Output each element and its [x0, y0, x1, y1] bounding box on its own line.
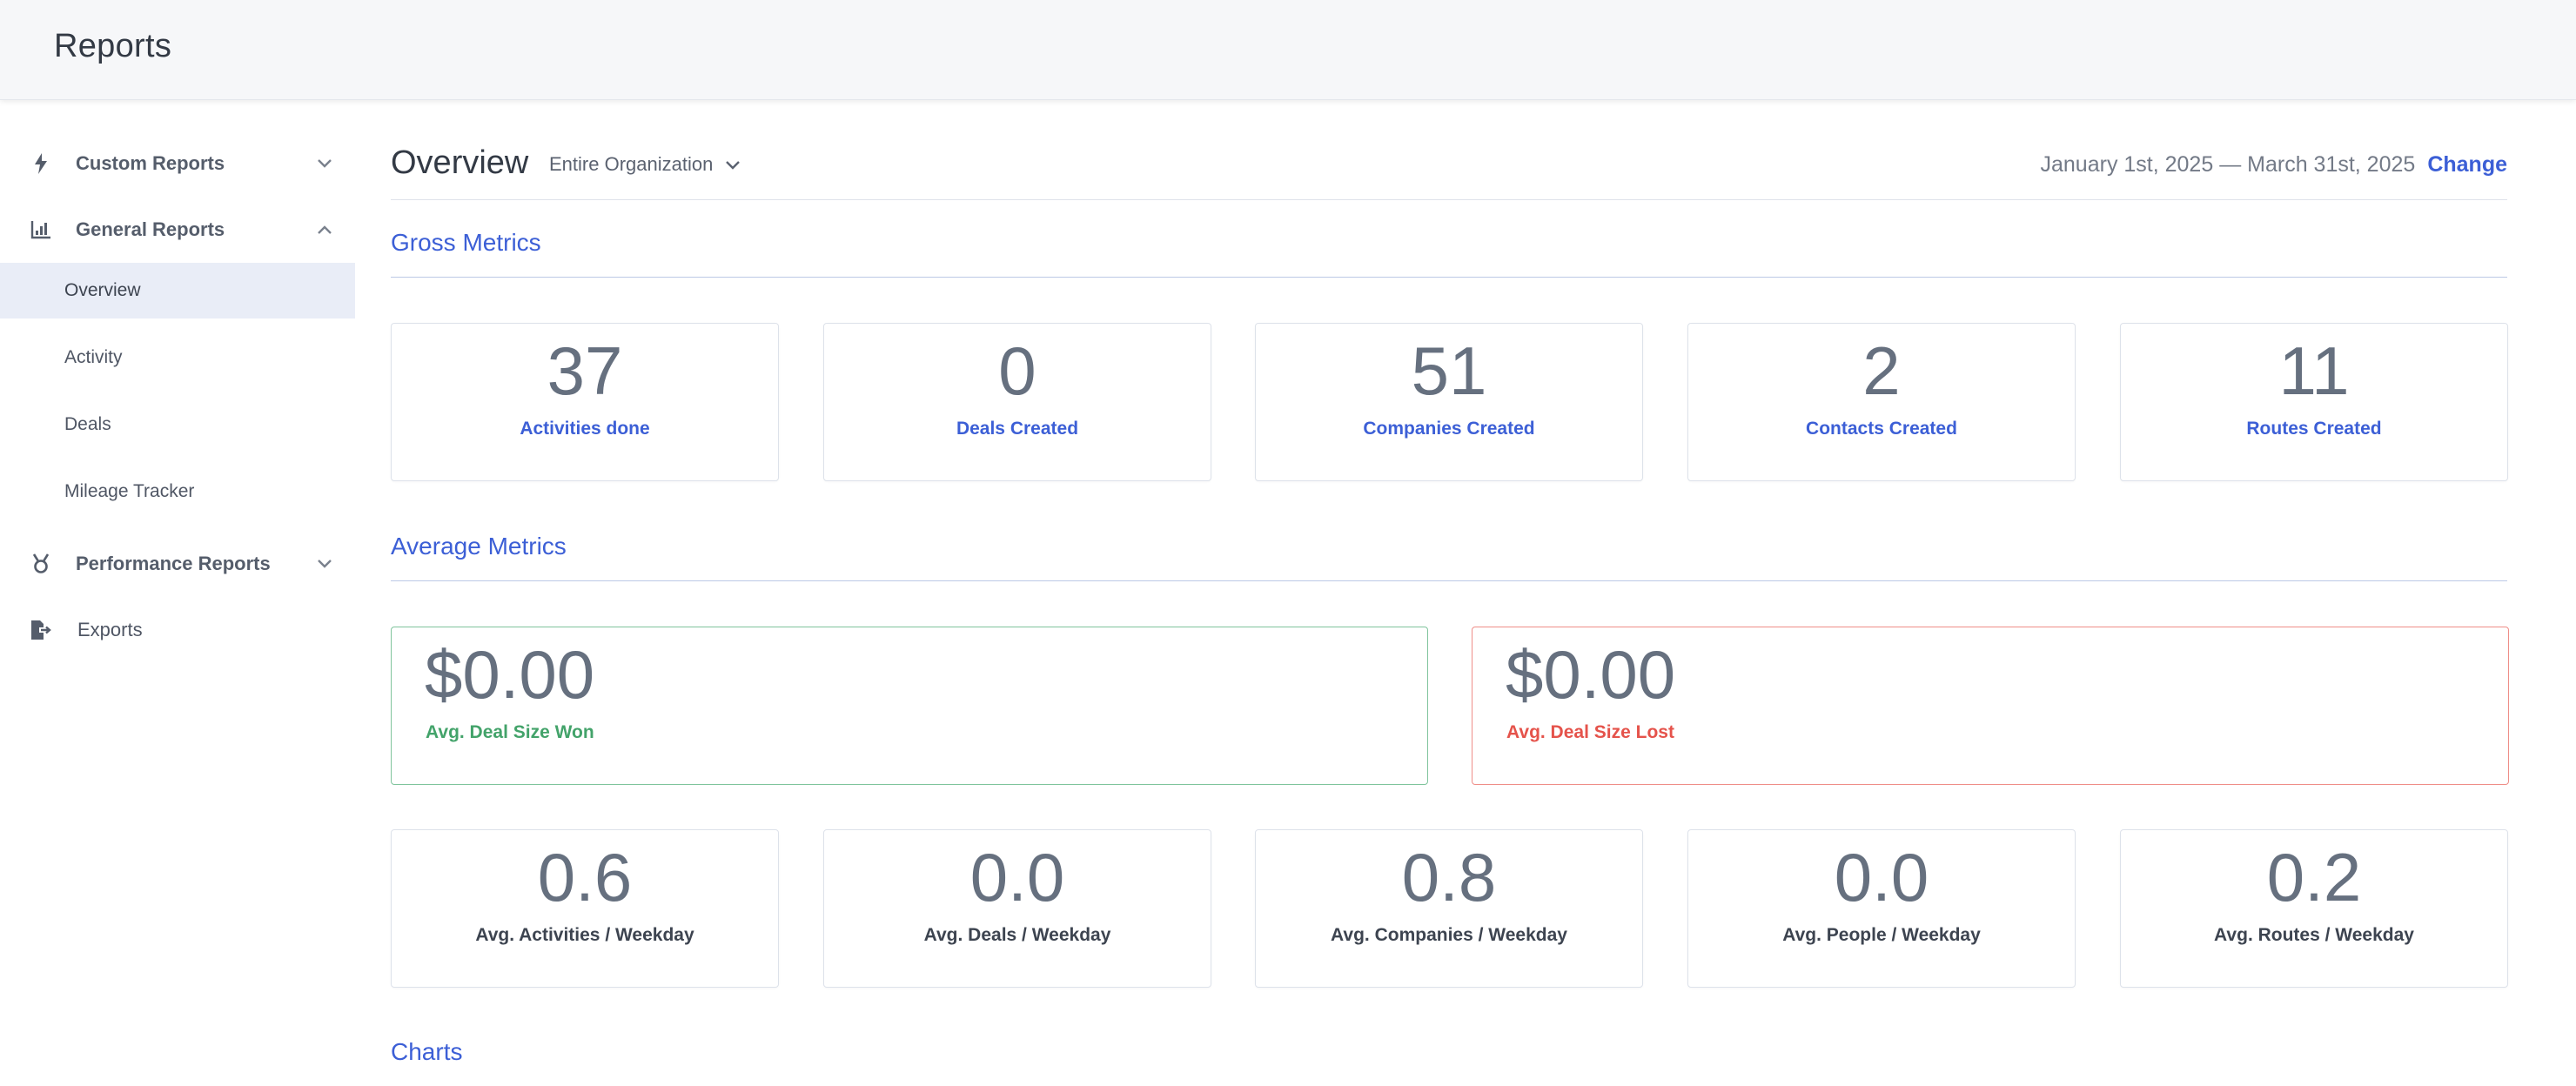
scope-dropdown[interactable]: Entire Organization	[549, 153, 741, 176]
metric-label: Routes Created	[2246, 419, 2382, 439]
metric-card-companies: 51 Companies Created	[1255, 323, 1643, 481]
sidebar-item-performance-reports[interactable]: Performance Reports	[0, 531, 355, 597]
metric-value: 37	[547, 332, 623, 409]
bar-chart-icon	[30, 218, 52, 241]
sidebar-subitem-mileage-tracker[interactable]: Mileage Tracker	[0, 464, 355, 520]
metric-label: Avg. Routes / Weekday	[2214, 925, 2414, 945]
sidebar-item-general-reports[interactable]: General Reports	[0, 197, 355, 263]
divider	[391, 199, 2507, 200]
metric-card-routes: 11 Routes Created	[2120, 323, 2508, 481]
date-range: January 1st, 2025 — March 31st, 2025 Cha…	[2041, 152, 2508, 178]
medal-icon	[30, 553, 52, 575]
metric-value: 0.6	[537, 839, 633, 915]
bolt-icon	[30, 152, 52, 175]
metric-card-contacts: 2 Contacts Created	[1687, 323, 2076, 481]
chevron-down-icon[interactable]	[315, 554, 334, 573]
metric-value: $0.00	[1506, 636, 1676, 713]
sidebar: Custom Reports General Reports Overview …	[0, 131, 355, 663]
metric-card-activities: 37 Activities done	[391, 323, 779, 481]
metric-label: Avg. Companies / Weekday	[1331, 925, 1567, 945]
scope-label: Entire Organization	[549, 153, 714, 175]
sidebar-item-label: Custom Reports	[76, 152, 225, 174]
charts-heading: Charts	[391, 1038, 463, 1065]
avg-card-routes: 0.2 Avg. Routes / Weekday	[2120, 829, 2508, 988]
metric-value: 0.2	[2266, 839, 2362, 915]
metric-card-deals: 0 Deals Created	[823, 323, 1211, 481]
metric-value: 0	[998, 332, 1036, 409]
sidebar-item-custom-reports[interactable]: Custom Reports	[0, 131, 355, 197]
export-file-icon	[30, 619, 52, 641]
top-bar: Reports	[0, 0, 2576, 100]
deal-size-won-card: $0.00 Avg. Deal Size Won	[391, 627, 1428, 785]
divider	[391, 277, 2507, 278]
sidebar-subitem-overview[interactable]: Overview	[0, 263, 355, 318]
chevron-down-icon	[725, 153, 741, 176]
sidebar-subitem-activity[interactable]: Activity	[0, 330, 355, 385]
avg-card-activities: 0.6 Avg. Activities / Weekday	[391, 829, 779, 988]
metric-value: 2	[1862, 332, 1901, 409]
divider	[391, 580, 2507, 581]
change-date-link[interactable]: Change	[2427, 152, 2507, 178]
metric-label: Avg. Deal Size Won	[426, 722, 594, 742]
metric-label: Avg. Deals / Weekday	[923, 925, 1111, 945]
metric-label: Activities done	[520, 419, 650, 439]
chevron-up-icon[interactable]	[315, 220, 334, 239]
chevron-down-icon[interactable]	[315, 154, 334, 173]
metric-value: 0.0	[969, 839, 1065, 915]
sidebar-item-exports[interactable]: Exports	[0, 597, 355, 663]
metric-label: Companies Created	[1363, 419, 1535, 439]
metric-label: Deals Created	[956, 419, 1079, 439]
avg-card-people: 0.0 Avg. People / Weekday	[1687, 829, 2076, 988]
gross-metrics-heading: Gross Metrics	[391, 229, 541, 256]
metric-value: 0.0	[1834, 839, 1929, 915]
metric-label: Contacts Created	[1806, 419, 1957, 439]
metric-value: 0.8	[1401, 839, 1497, 915]
page-title: Reports	[54, 28, 172, 64]
deal-size-lost-card: $0.00 Avg. Deal Size Lost	[1472, 627, 2509, 785]
date-range-text: January 1st, 2025 — March 31st, 2025	[2040, 152, 2416, 177]
sidebar-item-label: Exports	[77, 619, 143, 640]
metric-value: 51	[1411, 332, 1487, 409]
avg-card-deals: 0.0 Avg. Deals / Weekday	[823, 829, 1211, 988]
average-metrics-heading: Average Metrics	[391, 533, 567, 560]
sidebar-item-label: General Reports	[76, 218, 225, 240]
metric-label: Avg. People / Weekday	[1782, 925, 1981, 945]
metric-label: Avg. Deal Size Lost	[1506, 722, 1674, 742]
sidebar-subitem-deals[interactable]: Deals	[0, 397, 355, 452]
avg-card-companies: 0.8 Avg. Companies / Weekday	[1255, 829, 1643, 988]
metric-value: 11	[2278, 332, 2350, 409]
metric-label: Avg. Activities / Weekday	[475, 925, 694, 945]
overview-title: Overview	[391, 144, 529, 181]
sidebar-item-label: Performance Reports	[76, 553, 271, 574]
metric-value: $0.00	[425, 636, 595, 713]
